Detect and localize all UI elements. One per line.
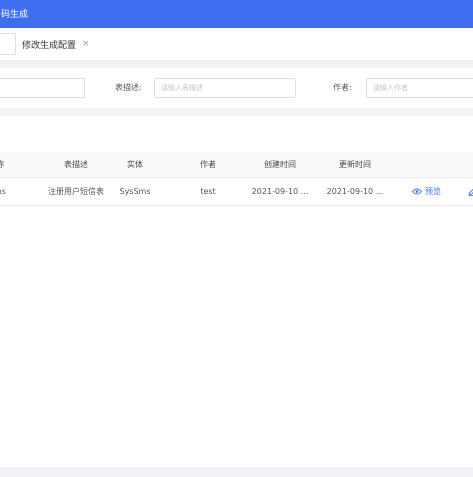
column-header-name: 称 <box>0 152 12 177</box>
top-header-bar: 码生成 <box>0 0 473 28</box>
eye-icon <box>412 188 422 195</box>
table-header: 称 表描述 实体 作者 创建时间 更新时间 <box>0 152 473 178</box>
column-header-created: 创建时间 <box>264 160 296 169</box>
tab-label: 修改生成配置 <box>22 40 77 51</box>
author-input[interactable]: 请输入作者 <box>366 78 473 98</box>
tab-edit-gen-config[interactable]: 修改生成配置 × <box>16 33 98 55</box>
cell-author: test <box>200 187 216 196</box>
tab-bar: 修改生成配置 × <box>0 28 473 61</box>
tab-previous[interactable] <box>0 33 16 55</box>
app-title: 码生成 <box>1 10 29 20</box>
preview-button[interactable]: 预览 <box>412 186 441 197</box>
section-divider <box>0 61 473 68</box>
search-form: 表描述: 请输入表描述 作者: 请输入作者 <box>0 68 473 108</box>
cell-updated: 2021-09-10 ... <box>326 187 384 196</box>
section-divider <box>0 108 473 116</box>
table-row: ms 注册用户短信表 SysSms test 2021-09-10 ... 20… <box>0 178 473 206</box>
edit-icon[interactable] <box>468 187 473 196</box>
table-comment-input[interactable]: 请输入表描述 <box>154 78 296 98</box>
row-actions: 预览 <box>412 178 473 205</box>
table-comment-label: 表描述: <box>115 83 142 92</box>
column-header-author: 作者 <box>200 160 216 169</box>
table-name-input[interactable] <box>0 78 85 98</box>
cell-entity: SysSms <box>119 187 151 196</box>
column-header-updated: 更新时间 <box>339 160 371 169</box>
close-icon[interactable]: × <box>82 39 90 49</box>
cell-created: 2021-09-10 ... <box>251 187 309 196</box>
preview-label: 预览 <box>425 187 441 196</box>
cell-name: ms <box>0 187 6 196</box>
author-label: 作者: <box>333 83 352 92</box>
bottom-scroll-area <box>0 467 473 477</box>
table-panel: 称 表描述 实体 作者 创建时间 更新时间 ms 注册用户短信表 SysSms … <box>0 116 473 467</box>
column-header-entity: 实体 <box>127 160 143 169</box>
